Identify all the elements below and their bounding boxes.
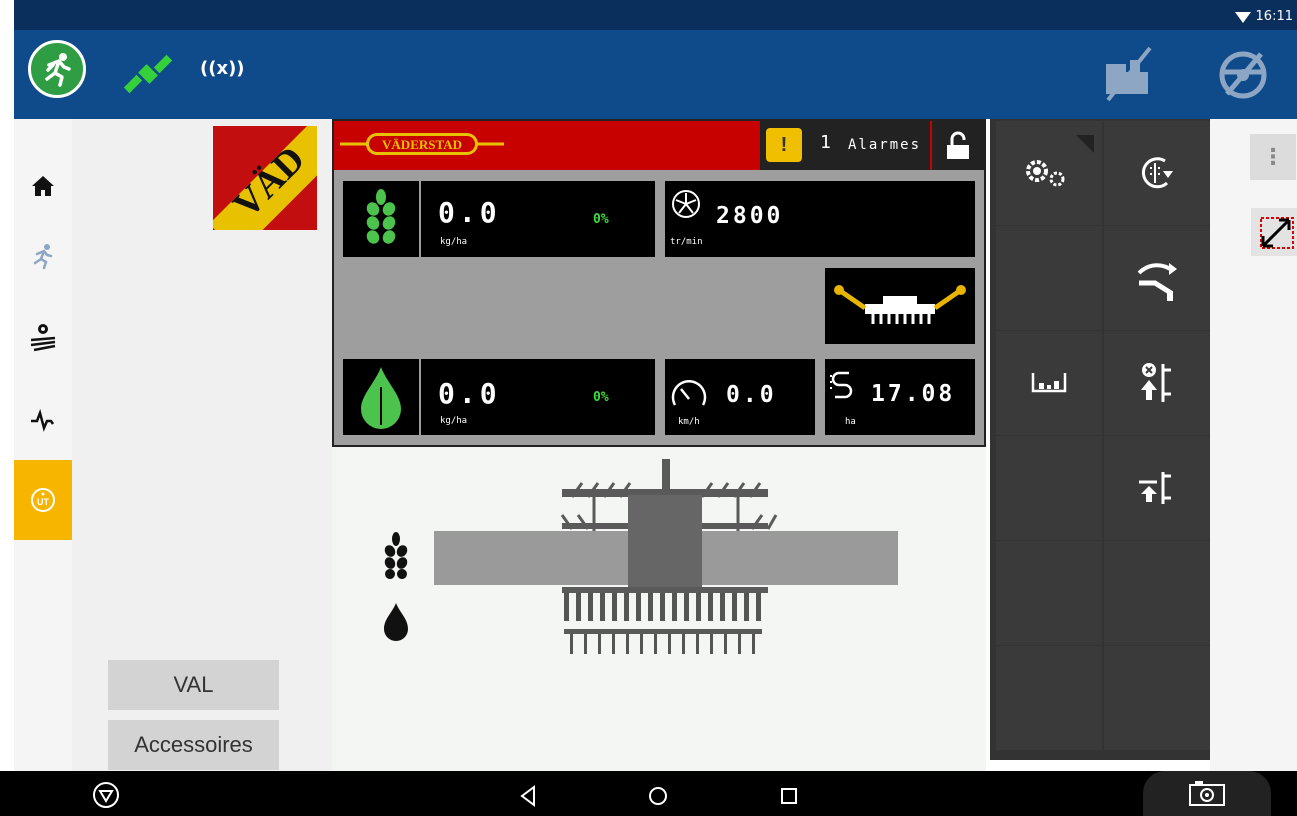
recents-icon[interactable] bbox=[778, 785, 800, 812]
nav-run[interactable] bbox=[14, 216, 72, 296]
nav-activity[interactable] bbox=[14, 380, 72, 460]
corner-indicator bbox=[1076, 135, 1094, 153]
status-time: 16:11 bbox=[1255, 9, 1293, 24]
fan-icon bbox=[672, 190, 700, 218]
status-bar bbox=[14, 0, 1297, 30]
resize-arrows-icon bbox=[1260, 217, 1294, 249]
marker-raise-stop-button[interactable] bbox=[1104, 331, 1210, 435]
svg-text:VÄDERSTAD: VÄDERSTAD bbox=[382, 137, 462, 152]
fert-rate-percent: 0% bbox=[593, 390, 609, 405]
implement-fold-icon bbox=[834, 285, 966, 324]
vaderstad-logo-tile: VÄD bbox=[213, 126, 317, 230]
area-cell[interactable]: 17.08 ha bbox=[825, 359, 975, 435]
settings-button[interactable] bbox=[996, 121, 1102, 225]
area-unit: ha bbox=[845, 417, 856, 427]
implement-cell[interactable] bbox=[825, 268, 975, 344]
val-button[interactable]: VAL bbox=[108, 660, 279, 710]
activity-icon bbox=[31, 408, 55, 432]
screenshot-button[interactable] bbox=[1143, 771, 1271, 816]
nav-ut[interactable]: UT bbox=[14, 460, 72, 540]
seed-icon-cell bbox=[343, 181, 419, 257]
fold-button[interactable] bbox=[1104, 226, 1210, 330]
marker-raise-button[interactable] bbox=[1104, 436, 1210, 540]
accessories-button[interactable]: Accessoires bbox=[108, 720, 279, 770]
empty-slot-4 bbox=[1104, 541, 1210, 645]
implement-disabled-icon[interactable] bbox=[1100, 46, 1156, 107]
home-nav-icon[interactable] bbox=[647, 785, 669, 812]
seed-drill-diagram bbox=[384, 459, 898, 654]
area-value: 17.08 bbox=[871, 381, 956, 407]
fertilizer-drop-icon bbox=[361, 367, 401, 429]
wheat-icon bbox=[366, 189, 396, 244]
lock-button[interactable] bbox=[932, 121, 984, 170]
alarm-count: 1 bbox=[820, 132, 831, 153]
seed-rate-percent: 0% bbox=[593, 212, 609, 227]
rotation-calibrate-icon bbox=[1141, 157, 1173, 189]
unlock-icon bbox=[947, 131, 969, 159]
alarm-label: Alarmes bbox=[848, 137, 922, 153]
seed-rate-value: 0.0 bbox=[438, 196, 501, 229]
drop-legend-icon bbox=[384, 603, 408, 641]
seed-rate-unit: kg/ha bbox=[440, 237, 468, 247]
speed-unit: km/h bbox=[678, 417, 700, 427]
marker-raise-icon bbox=[1139, 472, 1171, 504]
fan-speed-cell[interactable] bbox=[665, 181, 975, 257]
level-bars-icon bbox=[1031, 373, 1067, 393]
fert-rate-value: 0.0 bbox=[438, 377, 501, 410]
nav-field-settings[interactable] bbox=[14, 296, 72, 376]
speed-value: 0.0 bbox=[726, 382, 777, 408]
empty-slot-5 bbox=[996, 646, 1102, 750]
auto-steer-disabled-icon[interactable] bbox=[1215, 48, 1271, 107]
resize-button[interactable] bbox=[1251, 208, 1297, 256]
machine-view bbox=[332, 447, 986, 771]
nav-home[interactable] bbox=[14, 146, 72, 226]
empty-slot-1 bbox=[996, 226, 1102, 330]
empty-slot-2 bbox=[996, 436, 1102, 540]
calibration-button[interactable] bbox=[1104, 121, 1210, 225]
vaderstad-brand: VÄDERSTAD bbox=[340, 130, 504, 158]
running-icon bbox=[33, 244, 53, 270]
level-button[interactable] bbox=[996, 331, 1102, 435]
wheat-legend-icon bbox=[384, 532, 408, 579]
field-path-icon bbox=[830, 371, 853, 399]
fert-icon-cell bbox=[343, 359, 419, 435]
more-options-icon[interactable]: ⋮ bbox=[1250, 134, 1296, 180]
fan-speed-unit: tr/min bbox=[670, 237, 703, 247]
marker-stop-icon bbox=[1141, 363, 1171, 402]
back-icon[interactable] bbox=[518, 785, 538, 812]
wifi-icon bbox=[1235, 12, 1251, 23]
ut-icon: UT bbox=[31, 488, 55, 512]
svg-text:UT: UT bbox=[37, 497, 49, 507]
gears-icon bbox=[1026, 160, 1065, 187]
fan-speed-value: 2800 bbox=[716, 203, 784, 229]
signal-indicator[interactable]: ((x)) bbox=[200, 58, 245, 79]
menu-down-icon[interactable] bbox=[92, 781, 120, 814]
speedometer-icon bbox=[671, 380, 707, 406]
camera-icon bbox=[1189, 781, 1225, 806]
field-settings-icon bbox=[30, 324, 56, 352]
fert-rate-unit: kg/ha bbox=[440, 416, 468, 426]
home-icon bbox=[32, 176, 54, 196]
empty-slot-6 bbox=[1104, 646, 1210, 750]
empty-slot-3 bbox=[996, 541, 1102, 645]
alarm-warning-icon[interactable]: ! bbox=[766, 128, 802, 162]
fold-arm-icon bbox=[1137, 263, 1177, 301]
run-mode-button[interactable] bbox=[28, 40, 86, 98]
gps-satellite-icon[interactable] bbox=[120, 50, 176, 107]
running-man-icon bbox=[45, 53, 71, 87]
